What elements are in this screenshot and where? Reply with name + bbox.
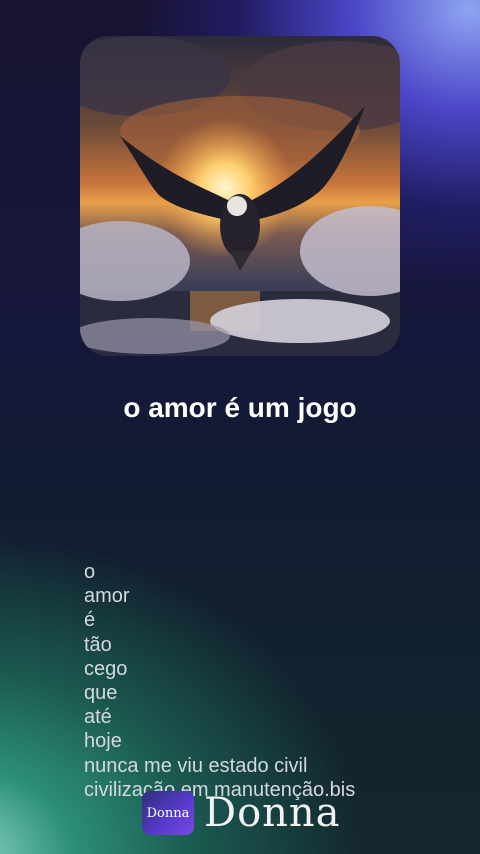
cover-art (80, 36, 400, 356)
brand-icon-label: Donna (146, 805, 190, 821)
lyric-line: hoje (84, 730, 122, 753)
lyric-line: cego (84, 657, 128, 680)
lyric-line: nunca me viu estado civil (84, 754, 308, 777)
lyric-line: amor (84, 585, 130, 608)
donna-logo-icon: Donna (142, 791, 194, 835)
lyrics-text: o amor é tão cego que até hoje nunca me … (84, 560, 355, 802)
lyric-line: é (84, 609, 96, 632)
lyric-line: até (84, 706, 112, 729)
brand-name: Donna (204, 790, 341, 836)
lyric-line: o (84, 561, 96, 583)
lyric-line: tão (84, 633, 112, 656)
song-title: o amor é um jogo (123, 392, 357, 423)
brand-watermark: Donna Donna (142, 790, 341, 836)
lyric-line: que (84, 682, 118, 705)
eagle-sunset-icon (80, 36, 400, 356)
